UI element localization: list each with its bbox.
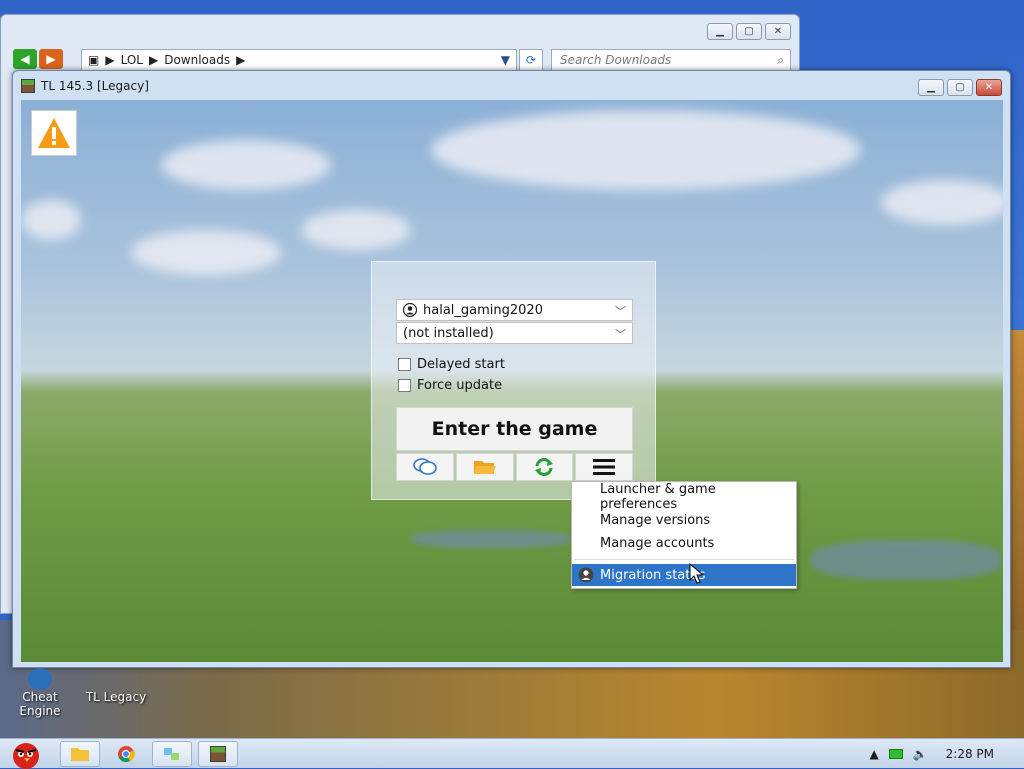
system-tray: ▲ 🔈 2:28 PM (869, 739, 1024, 769)
breadcrumb-lol[interactable]: LOL (121, 53, 143, 67)
user-icon (403, 303, 417, 317)
taskbar-tl-button[interactable] (198, 741, 238, 767)
grass-block-icon (21, 79, 35, 93)
menu-item-preferences[interactable]: Launcher & game preferences (572, 482, 796, 512)
close-button[interactable]: ✕ (976, 79, 1002, 96)
water-shape (411, 530, 571, 548)
address-bar[interactable]: ▣ ▶ LOL ▶ Downloads ▶ ▼ (81, 49, 517, 71)
network-icon (164, 748, 179, 760)
chrome-icon (118, 746, 135, 763)
launcher-panel: halal_gaming2020 ﹀ (not installed) ﹀ Del… (371, 261, 656, 500)
tl-launcher-window: TL 145.3 [Legacy] ▁ ▢ ✕ halal_gaming2020… (12, 70, 1011, 668)
water-shape (811, 540, 1001, 580)
version-select[interactable]: (not installed) ﹀ (396, 322, 633, 344)
forward-button[interactable]: ▶ (39, 49, 63, 69)
launcher-background: halal_gaming2020 ﹀ (not installed) ﹀ Del… (21, 100, 1003, 662)
chevron-down-icon: ﹀ (615, 305, 626, 318)
chat-icon (413, 458, 437, 475)
desktop-icon-tl-legacy[interactable]: TL Legacy (76, 690, 156, 704)
desktop-icon-label: Cheat Engine (19, 690, 61, 718)
chevron-right-icon: ▶ (236, 53, 246, 67)
start-button[interactable] (2, 739, 50, 769)
window-title: TL 145.3 [Legacy] (41, 79, 149, 93)
checkbox-box[interactable] (398, 358, 411, 371)
menu-item-accounts[interactable]: Manage accounts (572, 532, 796, 554)
hamburger-icon (593, 459, 616, 475)
folder-icon (473, 461, 496, 474)
menu-item-label: Manage accounts (600, 535, 715, 551)
minimize-button[interactable]: ▁ (707, 23, 733, 40)
search-placeholder: Search Downloads (560, 53, 672, 67)
battery-icon[interactable] (888, 749, 903, 759)
desktop-icon-cheat-engine[interactable]: Cheat Engine (0, 668, 80, 718)
cloud-shape (301, 210, 411, 250)
folder-icon: ▣ (88, 53, 100, 67)
nav-buttons: ◀ ▶ (13, 49, 63, 71)
maximize-button[interactable]: ▢ (947, 79, 973, 96)
maximize-button[interactable]: ▢ (736, 23, 762, 40)
checkbox-box[interactable] (398, 379, 411, 392)
desktop-icon-label: TL Legacy (85, 690, 147, 704)
delayed-start-label: Delayed start (417, 357, 505, 372)
settings-menu: Launcher & game preferences Manage versi… (571, 481, 797, 589)
refresh-button[interactable] (515, 453, 574, 481)
close-button[interactable]: ✕ (765, 23, 791, 40)
angry-bird-icon (13, 743, 39, 769)
volume-icon[interactable]: 🔈 (913, 747, 928, 761)
warning-button[interactable] (31, 110, 77, 156)
chevron-up-icon[interactable]: ▲ (869, 747, 878, 761)
cloud-shape (881, 180, 1003, 225)
chevron-down-icon: ﹀ (615, 328, 626, 341)
warning-icon (38, 118, 70, 148)
cheat-engine-icon (28, 668, 52, 690)
chevron-right-icon: ▶ (148, 53, 159, 67)
search-icon: ⌕ (777, 52, 784, 67)
clock[interactable]: 2:28 PM (946, 747, 994, 761)
cloud-shape (131, 230, 281, 275)
chevron-right-icon: ▶ (105, 53, 115, 67)
cloud-shape (161, 140, 331, 190)
search-input[interactable]: Search Downloads ⌕ (551, 49, 791, 71)
breadcrumb-downloads[interactable]: Downloads (164, 53, 230, 67)
chevron-down-icon[interactable]: ▼ (501, 53, 510, 67)
minimize-button[interactable]: ▁ (918, 79, 944, 96)
menu-item-migration[interactable]: Migration status (572, 564, 796, 586)
menu-item-versions[interactable]: Manage versions (572, 509, 796, 531)
explorer-caption-buttons: ▁ ▢ ✕ (707, 23, 791, 40)
force-update-label: Force update (417, 378, 503, 393)
cloud-shape (21, 200, 81, 240)
taskbar: ▲ 🔈 2:28 PM (0, 738, 1024, 769)
mouse-cursor-icon (689, 563, 705, 584)
version-value: (not installed) (403, 325, 494, 341)
account-select[interactable]: halal_gaming2020 ﹀ (396, 299, 633, 321)
menu-item-label: Manage versions (600, 512, 711, 528)
back-button[interactable]: ◀ (13, 49, 37, 69)
taskbar-explorer-button[interactable] (60, 741, 100, 767)
grass-block-icon (210, 746, 226, 762)
menu-divider (574, 559, 794, 560)
menu-item-label: Launcher & game preferences (600, 482, 716, 512)
folder-button[interactable] (455, 453, 514, 481)
force-update-checkbox[interactable]: Force update (398, 378, 502, 393)
cloud-shape (431, 110, 861, 190)
taskbar-chrome-button[interactable] (106, 741, 146, 767)
delayed-start-checkbox[interactable]: Delayed start (398, 357, 505, 372)
chat-button[interactable] (396, 453, 454, 481)
account-name: halal_gaming2020 (423, 302, 543, 318)
refresh-icon (535, 458, 554, 476)
toolbar (396, 453, 633, 481)
refresh-button[interactable]: ⟳ (519, 49, 543, 71)
taskbar-app-button[interactable] (152, 741, 192, 767)
tl-caption-buttons: ▁ ▢ ✕ (918, 79, 1002, 96)
folder-icon (71, 748, 89, 761)
enter-game-button[interactable]: Enter the game (396, 407, 633, 451)
window-title-bar: TL 145.3 [Legacy] (21, 79, 149, 93)
user-icon (578, 567, 594, 583)
menu-button[interactable] (575, 453, 633, 481)
